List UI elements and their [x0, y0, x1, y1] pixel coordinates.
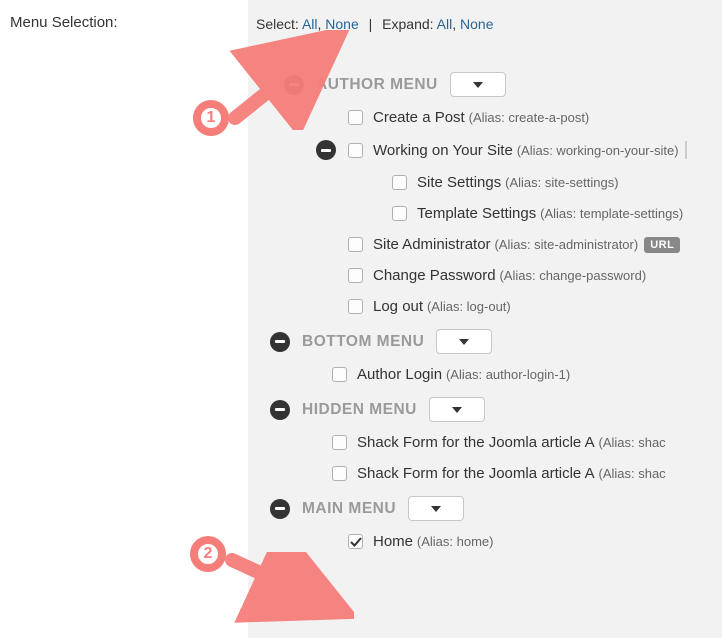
main-menu-group: MAIN MENU Home (Alias: home) — [256, 496, 714, 550]
menu-item: Site Administrator (Alias: site-administ… — [348, 236, 714, 253]
checkbox[interactable] — [348, 110, 363, 125]
menu-item-label: Author Login — [357, 366, 442, 383]
menu-item-alias: (Alias: working-on-your-site) — [517, 143, 679, 158]
select-none-link[interactable]: None — [325, 16, 358, 32]
author-menu-title: AUTHOR MENU — [316, 76, 438, 94]
bottom-menu-dropdown[interactable] — [436, 329, 492, 354]
menu-item-alias: (Alias: shac — [598, 435, 665, 450]
checkbox[interactable] — [348, 237, 363, 252]
menu-item-label: Shack Form for the Joomla article A — [357, 434, 595, 451]
hidden-menu-title: HIDDEN MENU — [302, 401, 417, 419]
checkbox-checked[interactable] — [348, 534, 363, 549]
menu-item: Shack Form for the Joomla article A (Ali… — [332, 465, 714, 482]
expand-none-link[interactable]: None — [460, 16, 493, 32]
menu-item: Home (Alias: home) — [348, 533, 714, 550]
menu-item-label: Template Settings — [417, 205, 536, 222]
author-menu-dropdown[interactable] — [450, 72, 506, 97]
bottom-menu-title: BOTTOM MENU — [302, 333, 424, 351]
menu-item-label: Site Settings — [417, 174, 501, 191]
menu-item-label: Working on Your Site — [373, 142, 513, 159]
bottom-menu-group: BOTTOM MENU Author Login (Alias: author-… — [256, 329, 714, 383]
menu-item-alias: (Alias: home) — [417, 534, 494, 549]
select-all-link[interactable]: All — [302, 16, 318, 32]
menu-item: Site Settings (Alias: site-settings) — [392, 174, 714, 191]
menu-item: Author Login (Alias: author-login-1) — [332, 366, 714, 383]
checkbox[interactable] — [392, 206, 407, 221]
expand-label: Expand: — [382, 16, 433, 32]
collapse-icon[interactable] — [270, 332, 290, 352]
caret-down-icon — [431, 506, 441, 512]
checkbox[interactable] — [332, 435, 347, 450]
checkbox[interactable] — [348, 143, 363, 158]
collapse-icon[interactable] — [270, 400, 290, 420]
menu-item: Change Password (Alias: change-password) — [348, 267, 714, 284]
annotation-marker-1: 1 — [193, 100, 229, 136]
hidden-menu-group: HIDDEN MENU Shack Form for the Joomla ar… — [256, 397, 714, 482]
menu-item-alias: (Alias: create-a-post) — [469, 110, 590, 125]
checkbox[interactable] — [392, 175, 407, 190]
annotation-marker-2: 2 — [190, 536, 226, 572]
menu-item-label: Home — [373, 533, 413, 550]
menu-item-alias: (Alias: site-settings) — [505, 175, 618, 190]
collapse-icon[interactable] — [270, 499, 290, 519]
checkbox[interactable] — [348, 299, 363, 314]
menu-selection-label: Menu Selection: — [10, 14, 238, 31]
divider — [685, 141, 687, 159]
menu-item-expandable: Working on Your Site (Alias: working-on-… — [316, 140, 714, 160]
checkbox[interactable] — [332, 466, 347, 481]
author-menu-group: AUTHOR MENU Create a Post (Alias: create… — [256, 72, 714, 315]
menu-item-alias: (Alias: template-settings) — [540, 206, 683, 221]
collapse-icon[interactable] — [316, 140, 336, 160]
menu-item-alias: (Alias: author-login-1) — [446, 367, 570, 382]
menu-item: Template Settings (Alias: template-setti… — [392, 205, 714, 222]
menu-item-label: Change Password — [373, 267, 496, 284]
menu-item: Shack Form for the Joomla article A (Ali… — [332, 434, 714, 451]
select-label: Select: — [256, 16, 299, 32]
menu-item: Log out (Alias: log-out) — [348, 298, 714, 315]
collapse-icon[interactable] — [284, 75, 304, 95]
menu-item-alias: (Alias: site-administrator) — [494, 237, 638, 252]
top-controls: Select: All, None | Expand: All, None — [256, 16, 714, 32]
menu-item-label: Log out — [373, 298, 423, 315]
caret-down-icon — [452, 407, 462, 413]
menu-item-alias: (Alias: log-out) — [427, 299, 511, 314]
url-badge: URL — [644, 237, 680, 253]
checkbox[interactable] — [332, 367, 347, 382]
hidden-menu-dropdown[interactable] — [429, 397, 485, 422]
caret-down-icon — [473, 82, 483, 88]
menu-item-alias: (Alias: change-password) — [499, 268, 646, 283]
menu-item-label: Create a Post — [373, 109, 465, 126]
main-menu-title: MAIN MENU — [302, 500, 396, 518]
menu-item-label: Site Administrator — [373, 236, 491, 253]
menu-item: Create a Post (Alias: create-a-post) — [348, 109, 714, 126]
menu-item-alias: (Alias: shac — [598, 466, 665, 481]
main-menu-dropdown[interactable] — [408, 496, 464, 521]
caret-down-icon — [459, 339, 469, 345]
menu-item-label: Shack Form for the Joomla article A — [357, 465, 595, 482]
checkbox[interactable] — [348, 268, 363, 283]
expand-all-link[interactable]: All — [437, 16, 453, 32]
